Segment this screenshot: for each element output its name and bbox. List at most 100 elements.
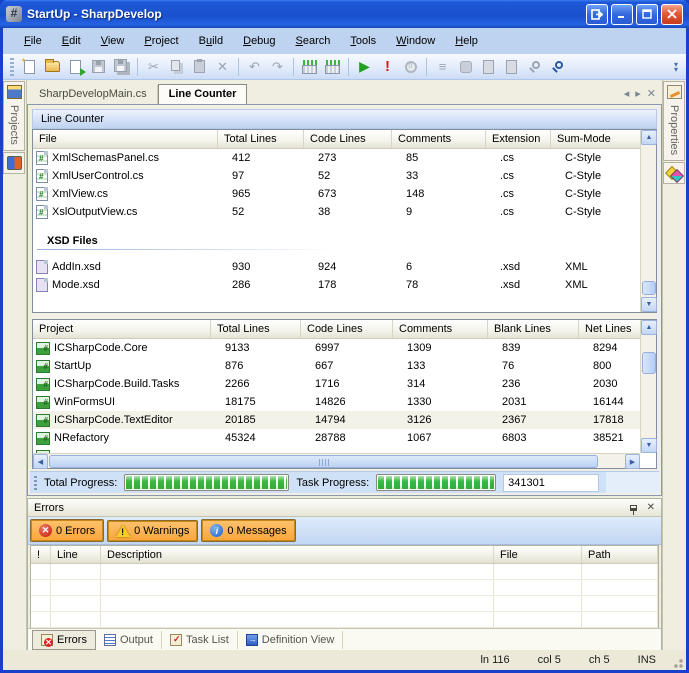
scrollbar-thumb[interactable] xyxy=(642,352,656,374)
rebuild-icon[interactable] xyxy=(322,57,343,77)
toolbar-grip[interactable] xyxy=(10,58,14,76)
column-header-file[interactable]: File xyxy=(33,130,218,148)
status-line: ln 116 xyxy=(466,654,523,666)
column-header-total-lines[interactable]: Total Lines xyxy=(211,320,301,338)
column-header-path[interactable]: Path xyxy=(582,546,658,563)
tab-task-list[interactable]: Task List xyxy=(162,631,238,649)
close-button[interactable] xyxy=(661,4,683,25)
paste-icon[interactable] xyxy=(189,57,210,77)
resize-grip[interactable] xyxy=(670,655,684,669)
menu-view[interactable]: View xyxy=(92,32,134,50)
column-header-blank-lines[interactable]: Blank Lines xyxy=(488,320,579,338)
new-file-icon[interactable] xyxy=(19,57,40,77)
menu-edit[interactable]: Edit xyxy=(53,32,90,50)
cell-comments: 33 xyxy=(392,170,486,182)
menu-file[interactable]: File xyxy=(15,32,51,50)
save-icon[interactable] xyxy=(88,57,109,77)
table-row[interactable]: XmlUserControl.cs 97 52 33 .cs C-Style xyxy=(33,167,640,185)
column-header-code-lines[interactable]: Code Lines xyxy=(304,130,392,148)
sidebar-item-properties[interactable]: Properties xyxy=(663,81,685,161)
projects-scrollbar[interactable]: ▲ ▼ xyxy=(640,320,656,453)
column-header-comments[interactable]: Comments xyxy=(393,320,488,338)
menu-window[interactable]: Window xyxy=(387,32,444,50)
delete-icon[interactable]: ✕ xyxy=(212,57,233,77)
scroll-left-icon[interactable]: ◀ xyxy=(33,454,48,469)
panel-close-icon[interactable]: ✕ xyxy=(647,503,655,513)
tab-scroll-left-icon[interactable]: ◂ xyxy=(624,89,630,100)
undo-icon[interactable]: ↶ xyxy=(244,57,265,77)
redo-icon[interactable]: ↷ xyxy=(267,57,288,77)
page-arrow-icon-2[interactable] xyxy=(501,57,522,77)
stop-icon[interactable] xyxy=(455,57,476,77)
column-header-extension[interactable]: Extension xyxy=(486,130,551,148)
scroll-up-icon[interactable]: ▲ xyxy=(641,320,657,335)
menu-tools[interactable]: Tools xyxy=(341,32,385,50)
messages-filter-button[interactable]: i 0 Messages xyxy=(202,520,294,541)
page-arrow-icon-1[interactable] xyxy=(478,57,499,77)
sidebar-item-toolbox[interactable] xyxy=(663,162,685,184)
list-icon[interactable]: ≡ xyxy=(432,57,453,77)
progress-strip-grip[interactable] xyxy=(34,476,37,490)
table-row[interactable]: NRefactory 45324 28788 1067 6803 38521 xyxy=(33,429,640,447)
tab-sharpdevelopmain[interactable]: SharpDevelopMain.cs xyxy=(29,85,158,104)
menu-debug[interactable]: Debug xyxy=(234,32,284,50)
table-row[interactable]: Mode.xsd 286 178 78 .xsd XML xyxy=(33,276,640,294)
tab-definition-view[interactable]: Definition View xyxy=(238,631,344,649)
column-header-comments[interactable]: Comments xyxy=(392,130,486,148)
dock-toggle-button[interactable] xyxy=(586,4,608,25)
menu-build[interactable]: Build xyxy=(190,32,232,50)
minimize-button[interactable] xyxy=(611,4,633,25)
table-row[interactable]: ICSharpCode.Build.Tasks 2266 1716 314 23… xyxy=(33,375,640,393)
pin-icon[interactable] xyxy=(630,505,637,511)
column-header-line[interactable]: Line xyxy=(51,546,101,563)
column-header-description[interactable]: Description xyxy=(101,546,494,563)
warnings-filter-button[interactable]: 0 Warnings xyxy=(108,521,197,541)
table-row[interactable]: StartUp 876 667 133 76 800 xyxy=(33,357,640,375)
table-row[interactable]: ICSharpCode.Core 9133 6997 1309 839 8294 xyxy=(33,339,640,357)
table-row[interactable]: AddIn.xsd 930 924 6 .xsd XML xyxy=(33,258,640,276)
tab-line-counter[interactable]: Line Counter xyxy=(158,84,248,104)
abort-icon[interactable]: ! xyxy=(377,57,398,77)
tab-scroll-right-icon[interactable]: ▸ xyxy=(635,89,641,100)
scroll-down-icon[interactable]: ▼ xyxy=(641,438,657,453)
open-folder-icon[interactable] xyxy=(42,57,63,77)
build-icon[interactable] xyxy=(299,57,320,77)
table-row[interactable]: WinFormsUI 18175 14826 1330 2031 16144 xyxy=(33,393,640,411)
save-all-icon[interactable] xyxy=(111,57,132,77)
column-header-severity[interactable]: ! xyxy=(31,546,51,563)
projects-table: Project Total Lines Code Lines Comments … xyxy=(32,319,657,469)
scrollbar-thumb[interactable] xyxy=(642,281,656,295)
record-icon[interactable]: 0 xyxy=(400,57,421,77)
table-row[interactable]: XslOutputView.cs 52 38 9 .cs C-Style xyxy=(33,203,640,221)
scrollbar-thumb[interactable] xyxy=(49,455,598,468)
sidebar-item-classes[interactable] xyxy=(3,152,25,174)
table-row[interactable]: XmlView.cs 965 673 148 .cs C-Style xyxy=(33,185,640,203)
column-header-code-lines[interactable]: Code Lines xyxy=(301,320,393,338)
maximize-button[interactable] xyxy=(636,4,658,25)
column-header-total-lines[interactable]: Total Lines xyxy=(218,130,304,148)
find-in-files-icon[interactable] xyxy=(524,57,545,77)
toolbar-overflow-icon[interactable]: ▾▾ xyxy=(670,62,682,72)
menu-project[interactable]: Project xyxy=(135,32,187,50)
scroll-down-icon[interactable]: ▼ xyxy=(641,297,657,312)
menu-help[interactable]: Help xyxy=(446,32,487,50)
projects-hscrollbar[interactable]: ◀ ▶ xyxy=(33,453,640,468)
scroll-up-icon[interactable]: ▲ xyxy=(641,130,657,145)
scroll-right-icon[interactable]: ▶ xyxy=(625,454,640,469)
table-row[interactable]: XmlSchemasPanel.cs 412 273 85 .cs C-Styl… xyxy=(33,149,640,167)
tab-output[interactable]: Output xyxy=(96,631,162,649)
cut-icon[interactable]: ✂ xyxy=(143,57,164,77)
errors-filter-button[interactable]: ✕ 0 Errors xyxy=(31,520,103,541)
sidebar-item-projects[interactable]: Projects xyxy=(3,81,25,151)
run-icon[interactable]: ▶ xyxy=(354,57,375,77)
files-scrollbar[interactable]: ▲ ▼ xyxy=(640,130,656,312)
column-header-project[interactable]: Project xyxy=(33,320,211,338)
menu-search[interactable]: Search xyxy=(287,32,340,50)
table-row-selected[interactable]: ICSharpCode.TextEditor 20185 14794 3126 … xyxy=(33,411,640,429)
tab-errors[interactable]: Errors xyxy=(32,630,96,650)
open-with-icon[interactable] xyxy=(65,57,86,77)
copy-icon[interactable] xyxy=(166,57,187,77)
search-icon[interactable] xyxy=(547,57,568,77)
column-header-file[interactable]: File xyxy=(494,546,582,563)
tab-close-icon[interactable]: ✕ xyxy=(647,89,656,100)
